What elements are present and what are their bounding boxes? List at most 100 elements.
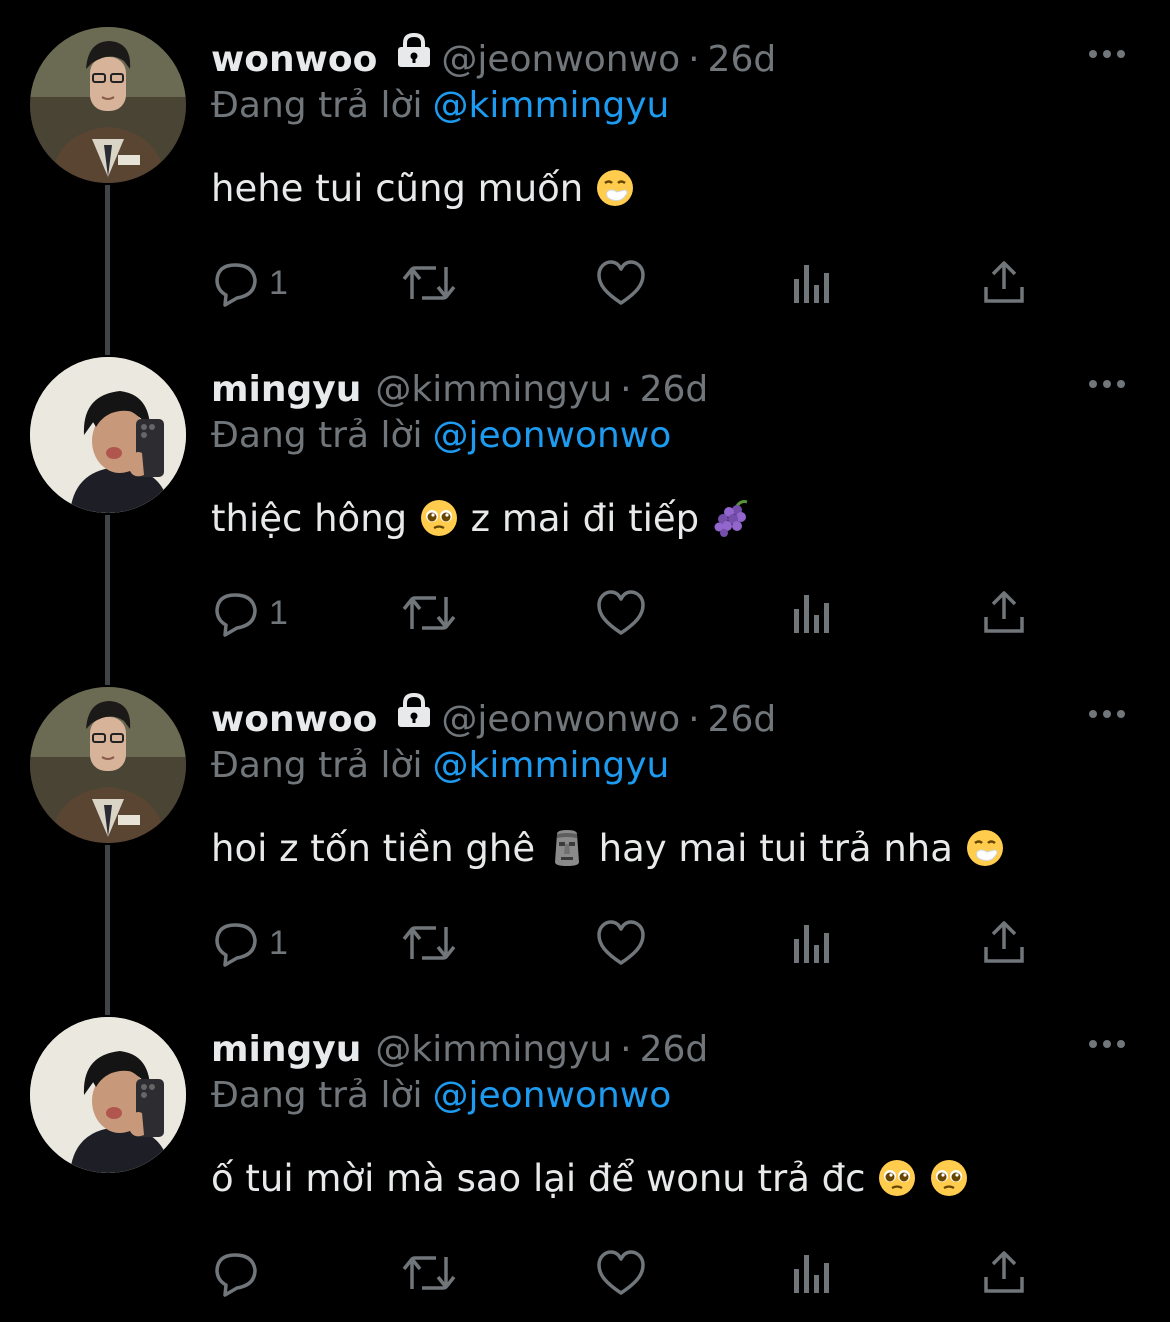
tweet[interactable]: mingyu @kimmingyu · 26d Đang trả lời @jeonwo… [0,990,1170,1320]
pleading-face-emoji [929,1158,969,1198]
text-segment: hoi z tốn tiền ghê [211,827,547,870]
views-button[interactable] [792,585,834,641]
wonwoo-avatar[interactable] [30,27,186,183]
timestamp[interactable]: 26d [640,369,709,410]
reply-button[interactable]: 1 [213,585,288,641]
replying-to-label: Đang trả lời [211,1075,423,1116]
mention-link[interactable]: @jeonwonwo [433,415,672,456]
replying-to: Đang trả lời @kimmingyu [211,82,669,130]
mention-link[interactable]: @kimmingyu [433,745,670,786]
like-button[interactable] [596,915,646,971]
more-horizontal-icon[interactable] [1087,1034,1127,1054]
retweet-button[interactable] [400,915,458,971]
grapes-emoji [711,498,751,538]
tweet-header: wonwoo @jeonwonwo · 26d [211,31,777,86]
reply-icon [213,1249,261,1297]
reply-button[interactable] [213,1245,269,1301]
timestamp[interactable]: 26d [640,1029,709,1070]
reply-icon [213,589,261,637]
retweet-button[interactable] [400,585,458,641]
separator-dot: · [688,699,700,740]
tweet-text: ố tui mời mà sao lại để wonu trả đc [211,1153,969,1205]
views-button[interactable] [792,915,834,971]
share-button[interactable] [982,585,1026,641]
share-icon [982,1249,1026,1297]
mingyu-avatar[interactable] [30,1017,186,1173]
share-icon [982,259,1026,307]
views-button[interactable] [792,255,834,311]
reply-count: 1 [269,923,288,962]
text-segment: z mai đi tiếp [458,497,711,540]
views-button[interactable] [792,1245,834,1301]
replying-to-label: Đang trả lời [211,85,423,126]
separator-dot: · [620,1029,632,1070]
timestamp[interactable]: 26d [708,699,777,740]
user-handle[interactable]: @kimmingyu [375,1029,612,1070]
replying-to: Đang trả lời @jeonwonwo [211,412,671,460]
share-button[interactable] [982,1245,1026,1301]
share-icon [982,919,1026,967]
wonwoo-avatar[interactable] [30,687,186,843]
display-name[interactable]: wonwoo [211,699,377,740]
mingyu-avatar[interactable] [30,357,186,513]
tweet-header: wonwoo @jeonwonwo · 26d [211,691,777,746]
like-button[interactable] [596,1245,646,1301]
retweet-button[interactable] [400,1245,458,1301]
views-icon [792,259,834,307]
like-icon [596,1249,646,1297]
reply-count: 1 [269,263,288,302]
reply-button[interactable]: 1 [213,255,288,311]
retweet-icon [400,259,458,307]
share-button[interactable] [982,915,1026,971]
text-segment: hehe tui cũng muốn [211,167,596,210]
pleading-face-emoji [419,498,459,538]
mention-link[interactable]: @jeonwonwo [433,1075,672,1116]
text-segment: ố tui mời mà sao lại để wonu trả đc [211,1157,878,1200]
more-horizontal-icon[interactable] [1087,44,1127,64]
like-icon [596,259,646,307]
share-icon [982,589,1026,637]
tweet-text: hehe tui cũng muốn [211,163,635,215]
tweet-actions: 1 [0,915,1170,971]
moai-emoji [547,828,587,868]
display-name[interactable]: mingyu [211,1029,361,1070]
reply-button[interactable]: 1 [213,915,288,971]
tweet[interactable]: mingyu @kimmingyu · 26d Đang trả lời @jeonwo… [0,330,1170,660]
more-horizontal-icon[interactable] [1087,704,1127,724]
like-button[interactable] [596,585,646,641]
tweet-actions: 1 [0,585,1170,641]
text-segment: thiệc hông [211,497,419,540]
like-icon [596,589,646,637]
separator-dot: · [688,39,700,80]
tweet-thread: wonwoo @jeonwonwo · 26d Đang trả lời @kimmin… [0,0,1170,1322]
more-horizontal-icon[interactable] [1087,374,1127,394]
share-button[interactable] [982,255,1026,311]
lock-icon [395,691,433,743]
tweet[interactable]: wonwoo @jeonwonwo · 26d Đang trả lời @kimmin… [0,0,1170,330]
tweet-header: mingyu @kimmingyu · 26d [211,1024,708,1076]
user-handle[interactable]: @jeonwonwo [441,39,680,80]
user-handle[interactable]: @kimmingyu [375,369,612,410]
views-icon [792,919,834,967]
pleading-face-emoji [877,1158,917,1198]
sneezing-face-emoji [965,828,1005,868]
timestamp[interactable]: 26d [708,39,777,80]
sneezing-face-emoji [595,168,635,208]
display-name[interactable]: mingyu [211,369,361,410]
tweet-text: thiệc hông z mai đi tiếp [211,493,751,545]
retweet-icon [400,919,458,967]
tweet-header: mingyu @kimmingyu · 26d [211,364,708,416]
mention-link[interactable]: @kimmingyu [433,85,670,126]
retweet-button[interactable] [400,255,458,311]
lock-icon [395,31,433,83]
replying-to-label: Đang trả lời [211,745,423,786]
views-icon [792,1249,834,1297]
replying-to: Đang trả lời @kimmingyu [211,742,669,790]
separator-dot: · [620,369,632,410]
tweet[interactable]: wonwoo @jeonwonwo · 26d Đang trả lời @kimmin… [0,660,1170,990]
user-handle[interactable]: @jeonwonwo [441,699,680,740]
display-name[interactable]: wonwoo [211,39,377,80]
like-button[interactable] [596,255,646,311]
reply-icon [213,259,261,307]
replying-to: Đang trả lời @jeonwonwo [211,1072,671,1120]
